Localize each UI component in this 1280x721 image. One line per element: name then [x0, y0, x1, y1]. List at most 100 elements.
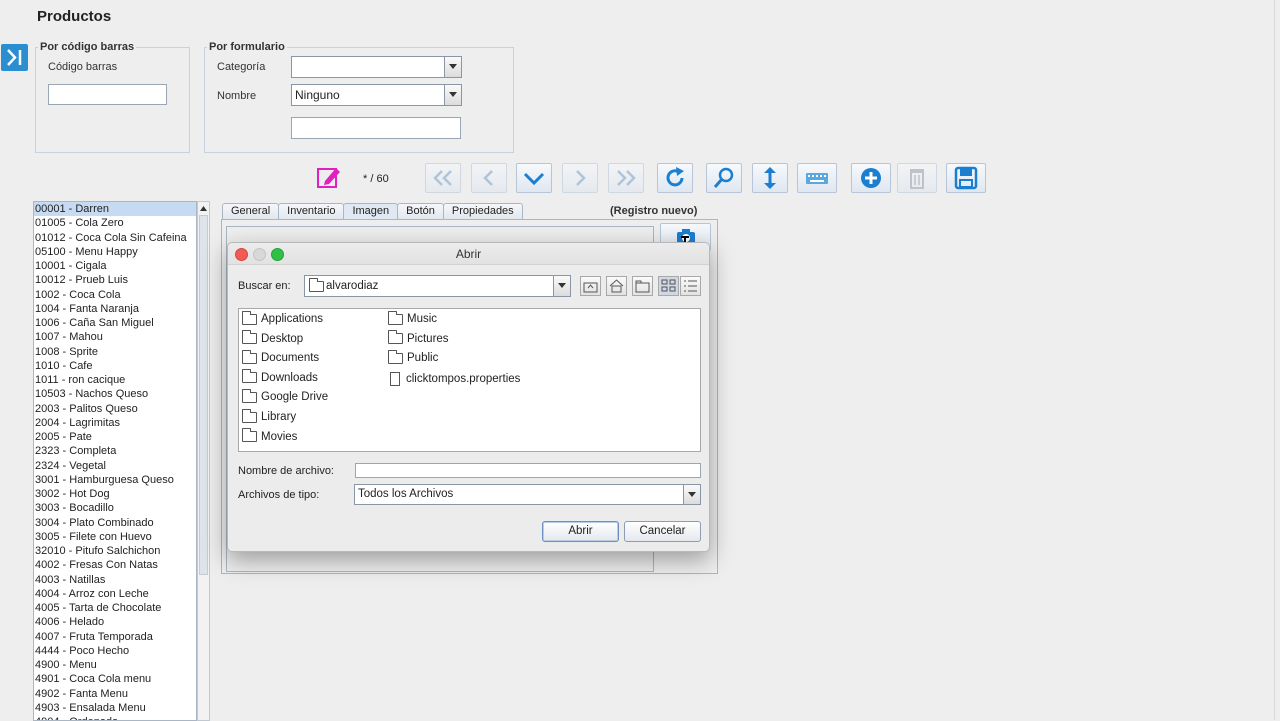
previous-record-button[interactable] — [471, 163, 507, 193]
first-record-button[interactable] — [425, 163, 461, 193]
list-item[interactable]: 2004 - Lagrimitas — [34, 416, 196, 430]
refresh-icon — [666, 167, 684, 187]
list-scrollbar[interactable] — [197, 201, 210, 721]
folder-item[interactable]: Movies — [242, 428, 297, 443]
filename-input[interactable] — [355, 463, 701, 478]
file-name: Pictures — [407, 332, 449, 345]
tab-general[interactable]: General — [222, 203, 280, 219]
folder-item[interactable]: Public — [388, 349, 438, 364]
list-item[interactable]: 1004 - Fanta Naranja — [34, 302, 196, 316]
list-item[interactable]: 10503 - Nachos Queso — [34, 387, 196, 401]
save-button[interactable] — [946, 163, 986, 193]
list-item[interactable]: 4004 - Arroz con Leche — [34, 587, 196, 601]
folder-item[interactable]: Google Drive — [242, 388, 329, 404]
list-item[interactable]: 3004 - Plato Combinado — [34, 516, 196, 530]
delete-button[interactable] — [897, 163, 937, 193]
list-item[interactable]: 4007 - Fruta Temporada — [34, 630, 196, 644]
dialog-titlebar[interactable]: Abrir — [228, 243, 709, 265]
list-item[interactable]: 4006 - Helado — [34, 615, 196, 629]
tab-propiedades[interactable]: Propiedades — [442, 203, 523, 219]
product-list[interactable]: 00001 - Darren 01005 - Cola Zero 01012 - C… — [33, 201, 197, 721]
look-in-select[interactable]: alvarodiaz — [304, 275, 571, 297]
search-button[interactable] — [706, 163, 742, 193]
list-item[interactable]: 1010 - Cafe — [34, 359, 196, 373]
filetype-select[interactable]: Todos los Archivos — [354, 484, 701, 505]
new-folder-icon — [635, 280, 650, 293]
list-item[interactable]: 3003 - Bocadillo — [34, 501, 196, 515]
list-item[interactable]: 2323 - Completa — [34, 444, 196, 458]
list-item[interactable]: 4902 - Fanta Menu — [34, 687, 196, 701]
window-title: Productos — [37, 8, 112, 25]
folder-item[interactable]: Music — [388, 310, 437, 325]
file-item[interactable]: clicktompos.properties — [388, 371, 521, 386]
open-button[interactable]: Abrir — [542, 521, 619, 542]
refresh-button[interactable] — [657, 163, 693, 193]
last-record-button[interactable] — [608, 163, 644, 193]
list-item[interactable]: 4005 - Tarta de Chocolate — [34, 601, 196, 615]
list-item[interactable]: 10012 - Prueb Luis — [34, 273, 196, 287]
list-item[interactable]: 4904 - Ordenado — [34, 715, 196, 720]
next-record-button[interactable] — [562, 163, 598, 193]
list-item[interactable]: 3005 - Filete con Huevo — [34, 530, 196, 544]
list-item[interactable]: 2005 - Pate — [34, 430, 196, 444]
down-button[interactable] — [516, 163, 552, 193]
folder-item[interactable]: Documents — [242, 349, 319, 364]
list-item[interactable]: 4002 - Fresas Con Natas — [34, 558, 196, 572]
details-view-button[interactable] — [680, 276, 701, 296]
folder-item[interactable]: Applications — [242, 310, 323, 325]
list-item[interactable]: 1011 - ron cacique — [34, 373, 196, 387]
list-item[interactable]: 4900 - Menu — [34, 658, 196, 672]
tab-inventario[interactable]: Inventario — [278, 203, 345, 219]
tab-boton[interactable]: Botón — [397, 203, 444, 219]
folder-item[interactable]: Library — [242, 408, 296, 423]
keyboard-button[interactable] — [797, 163, 837, 193]
scroll-up-arrow[interactable] — [198, 202, 209, 215]
folder-item[interactable]: Pictures — [388, 330, 449, 345]
folder-item[interactable]: Downloads — [242, 369, 318, 384]
tab-imagen[interactable]: Imagen — [343, 203, 399, 219]
list-item[interactable]: 4003 - Natillas — [34, 573, 196, 587]
new-folder-button[interactable] — [632, 276, 653, 296]
home-button[interactable] — [606, 276, 627, 296]
list-item[interactable]: 00001 - Darren — [34, 202, 196, 217]
list-item[interactable]: 05100 - Menu Happy — [34, 245, 196, 259]
list-view-button[interactable] — [658, 276, 679, 296]
scroll-thumb[interactable] — [199, 215, 208, 575]
list-item[interactable]: 3002 - Hot Dog — [34, 487, 196, 501]
list-item[interactable]: 2003 - Palitos Queso — [34, 402, 196, 416]
add-button[interactable] — [851, 163, 891, 193]
list-item[interactable]: 1006 - Caña San Miguel — [34, 316, 196, 330]
list-item[interactable]: 4444 - Poco Hecho — [34, 644, 196, 658]
category-select[interactable] — [291, 56, 462, 78]
cancel-button[interactable]: Cancelar — [624, 521, 701, 542]
extra-input[interactable] — [291, 117, 461, 139]
name-select[interactable]: Ninguno — [291, 84, 462, 106]
file-name: Google Drive — [261, 391, 329, 404]
list-item[interactable]: 4901 - Coca Cola menu — [34, 672, 196, 686]
list-item[interactable]: 32010 - Pitufo Salchichon — [34, 544, 196, 558]
open-file-dialog: Abrir Buscar en: alvarodiaz Applications… — [227, 242, 710, 552]
list-item[interactable]: 10001 - Cigala — [34, 259, 196, 273]
file-name: clicktompos.properties — [406, 372, 521, 385]
detail-tabs: General Inventario Imagen Botón Propiedades — [222, 203, 523, 219]
file-name: Desktop — [261, 332, 304, 345]
list-item[interactable]: 01012 - Coca Cola Sin Cafeina — [34, 231, 196, 245]
list-item[interactable]: 3001 - Hamburguesa Queso — [34, 473, 196, 487]
chevron-right-icon — [576, 170, 586, 186]
list-item[interactable]: 01005 - Cola Zero — [34, 216, 196, 230]
folder-icon — [309, 278, 324, 292]
list-item[interactable]: 1002 - Coca Cola — [34, 288, 196, 302]
sort-button[interactable] — [752, 163, 788, 193]
folder-icon — [242, 428, 257, 443]
save-icon — [954, 166, 978, 190]
toggle-sidebar-button[interactable] — [1, 44, 28, 71]
folder-item[interactable]: Desktop — [242, 330, 304, 345]
list-item[interactable]: 1008 - Sprite — [34, 345, 196, 359]
list-item[interactable]: 4903 - Ensalada Menu — [34, 701, 196, 715]
list-item[interactable]: 2324 - Vegetal — [34, 459, 196, 473]
list-item[interactable]: 1007 - Mahou — [34, 330, 196, 344]
add-icon — [861, 168, 881, 188]
up-one-level-button[interactable] — [580, 276, 601, 296]
file-list[interactable]: Applications Desktop Documents Downloads Goo… — [238, 308, 701, 452]
barcode-input[interactable] — [48, 84, 167, 105]
